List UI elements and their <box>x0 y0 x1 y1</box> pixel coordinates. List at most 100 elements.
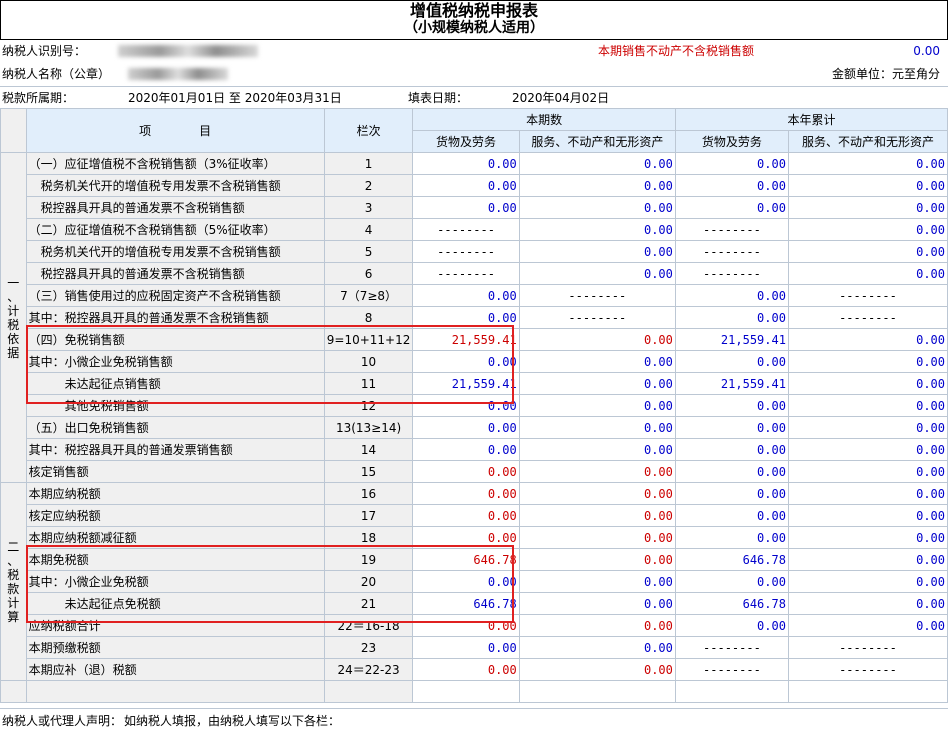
cell-ytd-services[interactable]: 0.00 <box>787 548 948 571</box>
cell-current-goods[interactable]: 0.00 <box>412 152 520 175</box>
cell-ytd-goods[interactable]: 0.00 <box>674 416 789 439</box>
cell-current-services[interactable]: 0.00 <box>518 548 676 571</box>
cell-ytd-services[interactable]: 0.00 <box>787 614 948 637</box>
declaration-footer: 纳税人或代理人声明： 如纳税人填报，由纳税人填写以下各栏： <box>0 708 948 732</box>
cell-current-services[interactable]: 0.00 <box>518 614 676 637</box>
cell-ytd-goods[interactable]: 0.00 <box>674 306 789 329</box>
cell-ytd-goods[interactable]: 21,559.41 <box>674 372 789 395</box>
cell-ytd-services[interactable]: 0.00 <box>787 240 948 263</box>
form-subtitle: （小规模纳税人适用） <box>404 20 544 36</box>
cell-current-goods[interactable]: 0.00 <box>412 658 520 681</box>
cell-current-goods: -------- <box>412 262 520 285</box>
fill-date-label: 填表日期： <box>408 91 469 105</box>
cell-current-services[interactable]: 0.00 <box>518 174 676 197</box>
cell-current-goods[interactable]: 0.00 <box>412 460 520 483</box>
cell-ytd-goods[interactable]: 646.78 <box>674 548 789 571</box>
cell-ytd-services[interactable]: 0.00 <box>787 526 948 549</box>
cell-current-services[interactable]: 0.00 <box>518 350 676 373</box>
cell-ytd-services[interactable]: 0.00 <box>787 416 948 439</box>
cell-ytd-services[interactable]: 0.00 <box>787 504 948 527</box>
cell-current-services[interactable]: 0.00 <box>518 152 676 175</box>
cell-ytd-services[interactable]: 0.00 <box>787 482 948 505</box>
cell-ytd-services[interactable]: 0.00 <box>787 592 948 615</box>
highlight-box-exempt-tax <box>26 545 514 623</box>
cell-ytd-services[interactable]: 0.00 <box>787 262 948 285</box>
cell-ytd-services[interactable]: 0.00 <box>787 328 948 351</box>
cell-ytd-goods[interactable]: 0.00 <box>674 152 789 175</box>
cell-ytd-services[interactable]: 0.00 <box>787 570 948 593</box>
cell-ytd-goods[interactable]: 646.78 <box>674 592 789 615</box>
header-item: 项 目 <box>25 108 325 153</box>
cell-current-services[interactable]: 0.00 <box>518 592 676 615</box>
empty-cell <box>674 680 789 703</box>
cell-ytd-goods[interactable]: 0.00 <box>674 526 789 549</box>
cell-ytd-goods[interactable]: 0.00 <box>674 196 789 219</box>
cell-ytd-services[interactable]: 0.00 <box>787 372 948 395</box>
row-line-number: 14 <box>323 438 414 461</box>
cell-ytd-services[interactable]: 0.00 <box>787 460 948 483</box>
cell-ytd-goods[interactable]: 0.00 <box>674 174 789 197</box>
cell-ytd-services: -------- <box>787 658 948 681</box>
cell-current-services[interactable]: 0.00 <box>518 636 676 659</box>
row-label: （一）应征增值税不含税销售额（3%征收率） <box>25 152 325 175</box>
cell-ytd-services[interactable]: 0.00 <box>787 218 948 241</box>
cell-ytd-goods[interactable]: 0.00 <box>674 350 789 373</box>
row-label: 其中：税控器具开具的普通发票销售额 <box>25 438 325 461</box>
cell-ytd-goods[interactable]: 0.00 <box>674 284 789 307</box>
unit-label: 金额单位：元至角分 <box>831 67 940 81</box>
cell-current-services[interactable]: 0.00 <box>518 482 676 505</box>
row-line-number: 16 <box>323 482 414 505</box>
cell-ytd-services: -------- <box>787 284 948 307</box>
cell-current-services[interactable]: 0.00 <box>518 218 676 241</box>
cell-ytd-goods[interactable]: 0.00 <box>674 460 789 483</box>
cell-current-goods[interactable]: 0.00 <box>412 438 520 461</box>
cell-current-services[interactable]: 0.00 <box>518 372 676 395</box>
cell-current-services[interactable]: 0.00 <box>518 328 676 351</box>
cell-current-goods[interactable]: 0.00 <box>412 284 520 307</box>
cell-ytd-services[interactable]: 0.00 <box>787 196 948 219</box>
cell-ytd-goods: -------- <box>674 262 789 285</box>
declarant-label: 纳税人或代理人声明： <box>2 714 123 728</box>
cell-current-services[interactable]: 0.00 <box>518 460 676 483</box>
cell-current-goods[interactable]: 0.00 <box>412 482 520 505</box>
cell-ytd-services[interactable]: 0.00 <box>787 152 948 175</box>
row-label: 核定应纳税额 <box>25 504 325 527</box>
cell-current-services[interactable]: 0.00 <box>518 570 676 593</box>
cell-current-services[interactable]: 0.00 <box>518 504 676 527</box>
taxpayer-id-label: 纳税人识别号： <box>2 44 87 58</box>
cell-current-services[interactable]: 0.00 <box>518 394 676 417</box>
cell-ytd-goods[interactable]: 0.00 <box>674 570 789 593</box>
cell-current-goods[interactable]: 0.00 <box>412 504 520 527</box>
cell-ytd-services[interactable]: 0.00 <box>787 438 948 461</box>
cell-ytd-services[interactable]: 0.00 <box>787 350 948 373</box>
row-label: 税控器具开具的普通发票不含税销售额 <box>25 262 325 285</box>
cell-current-goods[interactable]: 0.00 <box>412 636 520 659</box>
cell-ytd-services[interactable]: 0.00 <box>787 394 948 417</box>
realestate-sales-value[interactable]: 0.00 <box>913 40 940 62</box>
cell-current-goods[interactable]: 0.00 <box>412 196 520 219</box>
cell-ytd-goods[interactable]: 0.00 <box>674 504 789 527</box>
cell-current-services[interactable]: 0.00 <box>518 658 676 681</box>
table-row: 其中：税控器具开具的普通发票销售额 14 0.00 0.00 0.00 0.00 <box>1 438 948 461</box>
empty-cell <box>25 680 325 703</box>
row-label: （二）应征增值税不含税销售额（5%征收率） <box>25 218 325 241</box>
cell-ytd-goods[interactable]: 0.00 <box>674 614 789 637</box>
cell-current-services[interactable]: 0.00 <box>518 526 676 549</box>
cell-ytd-goods[interactable]: 21,559.41 <box>674 328 789 351</box>
cell-ytd-goods: -------- <box>674 218 789 241</box>
cell-current-services[interactable]: 0.00 <box>518 196 676 219</box>
highlight-box-exempt-sales <box>26 325 514 404</box>
cell-ytd-services[interactable]: 0.00 <box>787 174 948 197</box>
cell-current-goods[interactable]: 0.00 <box>412 416 520 439</box>
cell-ytd-goods[interactable]: 0.00 <box>674 482 789 505</box>
header-blank <box>0 108 27 153</box>
cell-current-services[interactable]: 0.00 <box>518 240 676 263</box>
cell-ytd-goods[interactable]: 0.00 <box>674 438 789 461</box>
table-row: 税务机关代开的增值税专用发票不含税销售额 5 -------- 0.00 -------… <box>1 240 948 263</box>
row-line-number: 13(13≥14) <box>323 416 414 439</box>
cell-current-services[interactable]: 0.00 <box>518 438 676 461</box>
cell-current-services[interactable]: 0.00 <box>518 262 676 285</box>
cell-current-services[interactable]: 0.00 <box>518 416 676 439</box>
cell-ytd-goods[interactable]: 0.00 <box>674 394 789 417</box>
cell-current-goods[interactable]: 0.00 <box>412 174 520 197</box>
